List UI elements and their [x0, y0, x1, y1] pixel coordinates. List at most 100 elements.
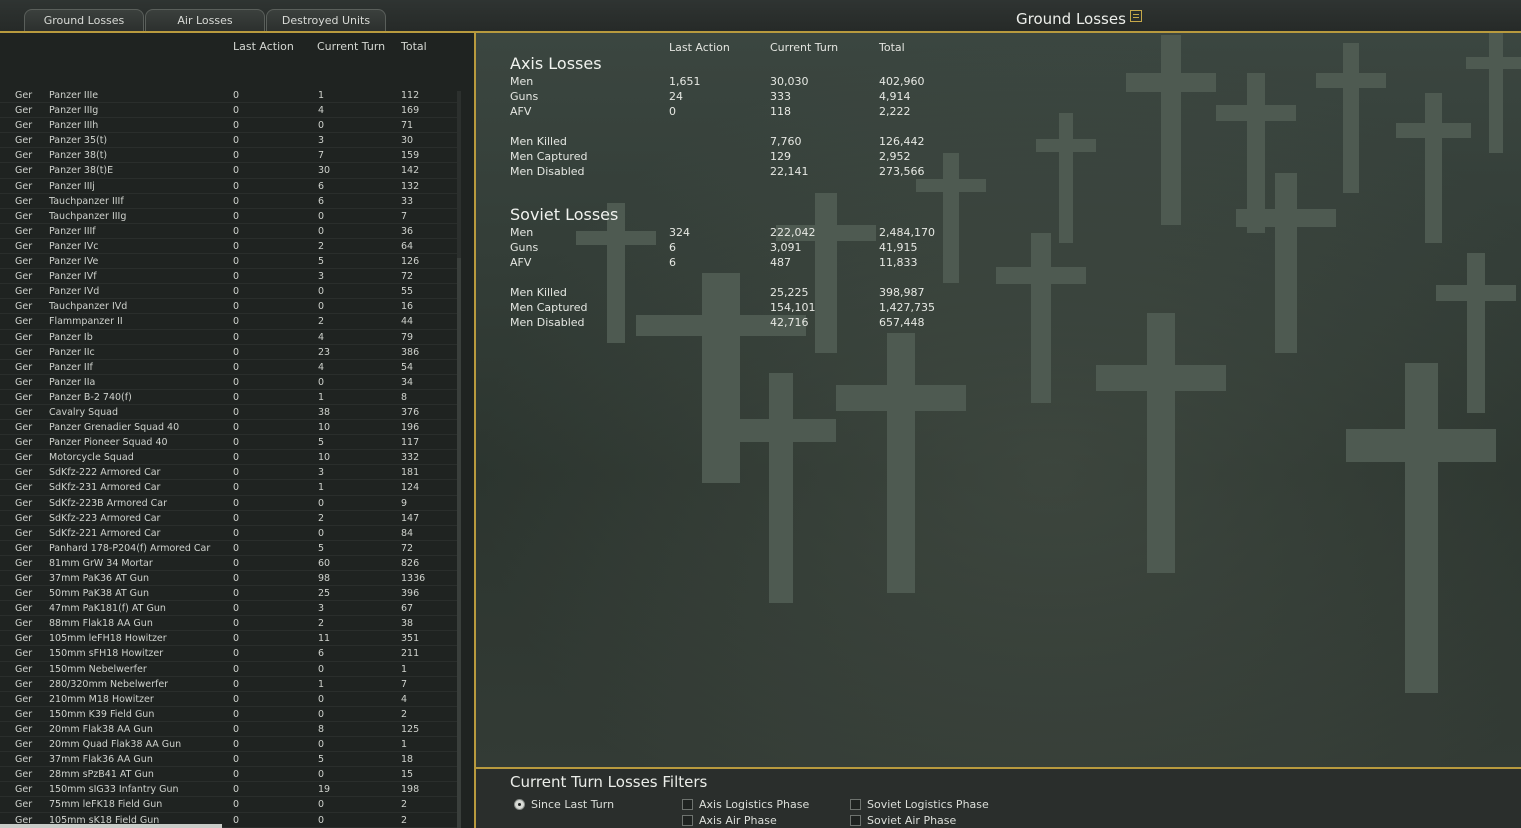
- table-row[interactable]: Ger SdKfz-222 Armored Car 0 3 181: [0, 465, 460, 481]
- last-action-cell: 0: [233, 120, 240, 132]
- axis-losses-title: Axis Losses: [510, 54, 602, 73]
- axis-stat-total: 2,222: [879, 105, 911, 118]
- table-row[interactable]: Ger Tauchpanzer IIIf 0 6 33: [0, 194, 460, 209]
- table-row[interactable]: Ger Panzer IIIe 0 1 112: [0, 88, 460, 104]
- unit-name-cell: Motorcycle Squad: [49, 452, 134, 464]
- axis-air-checkbox[interactable]: Axis Air Phase: [682, 814, 777, 827]
- table-row[interactable]: Ger Panhard 178-P204(f) Armored Car 0 5 72: [0, 541, 460, 556]
- current-turn-cell: 5: [318, 754, 325, 766]
- axis-stat-current-turn: 7,760: [770, 135, 802, 148]
- table-row[interactable]: Ger 47mm PaK181(f) AT Gun 0 3 67: [0, 601, 460, 617]
- table-row[interactable]: Ger 81mm GrW 34 Mortar 0 60 826: [0, 556, 460, 571]
- table-row[interactable]: Ger 88mm Flak18 AA Gun 0 2 38: [0, 616, 460, 632]
- table-row[interactable]: Ger 150mm K39 Field Gun 0 0 2: [0, 707, 460, 722]
- table-row[interactable]: Ger Cavalry Squad 0 38 376: [0, 405, 460, 421]
- current-turn-cell: 98: [318, 573, 331, 584]
- table-row[interactable]: Ger Panzer B-2 740(f) 0 1 8: [0, 390, 460, 405]
- total-cell: 181: [401, 467, 420, 479]
- table-row[interactable]: Ger Panzer IIIj 0 6 132: [0, 179, 460, 194]
- table-row[interactable]: Ger Panzer 38(t)E 0 30 142: [0, 163, 460, 179]
- radio-selected-icon[interactable]: [514, 799, 525, 810]
- table-row[interactable]: Ger Panzer Ib 0 4 79: [0, 330, 460, 345]
- table-row[interactable]: Ger 150mm sIG33 Infantry Gun 0 19 198: [0, 782, 460, 798]
- last-action-cell: 0: [233, 165, 240, 177]
- tab-air-losses[interactable]: Air Losses: [145, 9, 265, 31]
- table-row[interactable]: Ger 280/320mm Nebelwerfer 0 1 7: [0, 677, 460, 692]
- table-row[interactable]: Ger Tauchpanzer IVd 0 0 16: [0, 299, 460, 315]
- checkbox-icon[interactable]: [682, 815, 693, 826]
- table-row[interactable]: Ger 20mm Quad Flak38 AA Gun 0 0 1: [0, 737, 460, 753]
- nationality-cell: Ger: [15, 165, 33, 177]
- table-row[interactable]: Ger Panzer IVe 0 5 126: [0, 254, 460, 270]
- nationality-cell: Ger: [15, 391, 33, 403]
- scrollbar-thumb[interactable]: [457, 258, 461, 828]
- last-action-cell: 0: [233, 739, 240, 751]
- column-header-last-action[interactable]: Last Action: [233, 40, 294, 53]
- table-row[interactable]: Ger Panzer IIIh 0 0 71: [0, 118, 460, 134]
- table-row[interactable]: Ger Motorcycle Squad 0 10 332: [0, 450, 460, 466]
- table-row[interactable]: Ger Panzer IVf 0 3 72: [0, 269, 460, 285]
- total-cell: 169: [401, 105, 420, 117]
- table-row[interactable]: Ger 150mm Nebelwerfer 0 0 1: [0, 662, 460, 677]
- soviet-stat-current-turn: 25,225: [770, 286, 809, 299]
- table-row[interactable]: Ger Panzer IIf 0 4 54: [0, 360, 460, 375]
- tab-destroyed-units[interactable]: Destroyed Units: [266, 9, 386, 31]
- current-turn-cell: 19: [318, 784, 331, 796]
- checkbox-icon[interactable]: [850, 815, 861, 826]
- total-cell: 36: [401, 225, 414, 237]
- table-row[interactable]: Ger Panzer IIa 0 0 34: [0, 375, 460, 390]
- current-turn-cell: 25: [318, 588, 331, 600]
- last-action-cell: 0: [233, 799, 240, 811]
- table-row[interactable]: Ger 75mm leFK18 Field Gun 0 0 2: [0, 797, 460, 813]
- table-row[interactable]: Ger 20mm Flak38 AA Gun 0 8 125: [0, 722, 460, 738]
- total-cell: 386: [401, 346, 420, 358]
- table-row[interactable]: Ger SdKfz-223 Armored Car 0 2 147: [0, 511, 460, 526]
- current-turn-cell: 0: [318, 693, 325, 705]
- table-row[interactable]: Ger SdKfz-221 Armored Car 0 0 84: [0, 526, 460, 541]
- soviet-logistics-checkbox[interactable]: Soviet Logistics Phase: [850, 798, 989, 811]
- table-row[interactable]: Ger Panzer IIIf 0 0 36: [0, 224, 460, 239]
- current-turn-cell: 0: [318, 301, 325, 313]
- table-row[interactable]: Ger Tauchpanzer IIIg 0 0 7: [0, 209, 460, 224]
- axis-stat-last-action: 1,651: [669, 75, 701, 88]
- table-row[interactable]: Ger 37mm PaK36 AT Gun 0 98 1336: [0, 571, 460, 587]
- last-action-cell: 0: [233, 588, 240, 600]
- table-row[interactable]: Ger SdKfz-223B Armored Car 0 0 9: [0, 496, 460, 511]
- unit-name-cell: Panzer IIa: [49, 376, 96, 388]
- last-action-cell: 0: [233, 256, 240, 268]
- total-cell: 124: [401, 482, 420, 494]
- current-turn-cell: 11: [318, 633, 331, 645]
- tab-ground-losses[interactable]: Ground Losses: [24, 9, 144, 31]
- column-header-total[interactable]: Total: [401, 40, 427, 53]
- unit-name-cell: 20mm Flak38 AA Gun: [49, 723, 153, 735]
- checkbox-icon[interactable]: [850, 799, 861, 810]
- last-action-cell: 0: [233, 769, 240, 781]
- table-row[interactable]: Ger 210mm M18 Howitzer 0 0 4: [0, 692, 460, 707]
- table-row[interactable]: Ger Panzer 38(t) 0 7 159: [0, 148, 460, 164]
- table-row[interactable]: Ger 105mm leFH18 Howitzer 0 11 351: [0, 631, 460, 647]
- table-row[interactable]: Ger 50mm PaK38 AT Gun 0 25 396: [0, 586, 460, 602]
- report-icon[interactable]: [1130, 10, 1142, 22]
- table-row[interactable]: Ger Panzer Pioneer Squad 40 0 5 117: [0, 435, 460, 451]
- total-cell: 8: [401, 391, 408, 403]
- table-row[interactable]: Ger Panzer Grenadier Squad 40 0 10 196: [0, 420, 460, 436]
- table-row[interactable]: Ger 150mm sFH18 Howitzer 0 6 211: [0, 646, 460, 662]
- last-action-cell: 0: [233, 512, 240, 524]
- axis-logistics-checkbox[interactable]: Axis Logistics Phase: [682, 798, 809, 811]
- table-row[interactable]: Ger Panzer IIc 0 23 386: [0, 345, 460, 360]
- table-row[interactable]: Ger Flammpanzer II 0 2 44: [0, 314, 460, 330]
- checkbox-icon[interactable]: [682, 799, 693, 810]
- nationality-cell: Ger: [15, 406, 33, 418]
- since-last-turn-radio[interactable]: Since Last Turn: [514, 798, 614, 811]
- table-row[interactable]: Ger 28mm sPzB41 AT Gun 0 0 15: [0, 767, 460, 783]
- nationality-cell: Ger: [15, 784, 33, 796]
- table-row[interactable]: Ger Panzer IVc 0 2 64: [0, 239, 460, 255]
- column-header-current-turn[interactable]: Current Turn: [317, 40, 385, 53]
- table-row[interactable]: Ger Panzer 35(t) 0 3 30: [0, 133, 460, 149]
- axis-stat-current-turn: 30,030: [770, 75, 809, 88]
- table-row[interactable]: Ger 37mm Flak36 AA Gun 0 5 18: [0, 752, 460, 768]
- table-row[interactable]: Ger Panzer IVd 0 0 55: [0, 284, 460, 300]
- table-row[interactable]: Ger SdKfz-231 Armored Car 0 1 124: [0, 480, 460, 496]
- soviet-air-checkbox[interactable]: Soviet Air Phase: [850, 814, 956, 827]
- table-row[interactable]: Ger Panzer IIIg 0 4 169: [0, 103, 460, 119]
